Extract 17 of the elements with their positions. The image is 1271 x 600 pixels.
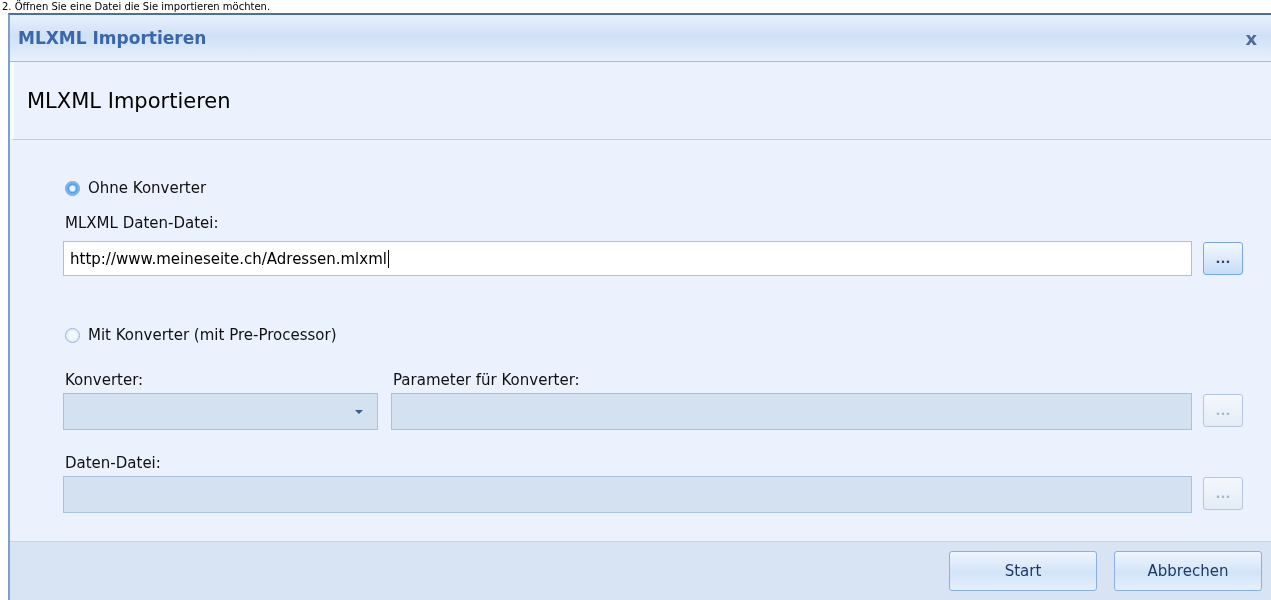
window-title: MLXML Importieren bbox=[18, 28, 207, 48]
radio-label[interactable]: Mit Konverter (mit Pre-Processor) bbox=[88, 326, 337, 344]
close-button[interactable]: x bbox=[1241, 27, 1261, 49]
radio-label[interactable]: Ohne Konverter bbox=[88, 179, 207, 197]
dialog-heading: MLXML Importieren bbox=[27, 88, 231, 113]
radio-button[interactable] bbox=[65, 327, 80, 343]
cancel-button[interactable]: Abbrechen bbox=[1114, 551, 1262, 591]
field-label: Konverter: bbox=[64, 371, 145, 389]
instruction-text: 2. Öffnen Sie eine Datei die Sie importieren möchten. bbox=[2, 0, 271, 13]
radio-button[interactable] bbox=[65, 180, 80, 196]
start-button[interactable]: Start bbox=[949, 551, 1097, 591]
field-label: Parameter für Konverter: bbox=[392, 371, 580, 389]
file-path-field[interactable]: http://www.meineseite.ch/Adressen.mlxml bbox=[63, 241, 1192, 276]
field-label: MLXML Daten-Datei: bbox=[64, 214, 220, 232]
browse-button[interactable]: ... bbox=[1203, 242, 1243, 275]
caret-icon bbox=[355, 409, 363, 414]
field-label: Daten-Datei: bbox=[64, 454, 162, 472]
